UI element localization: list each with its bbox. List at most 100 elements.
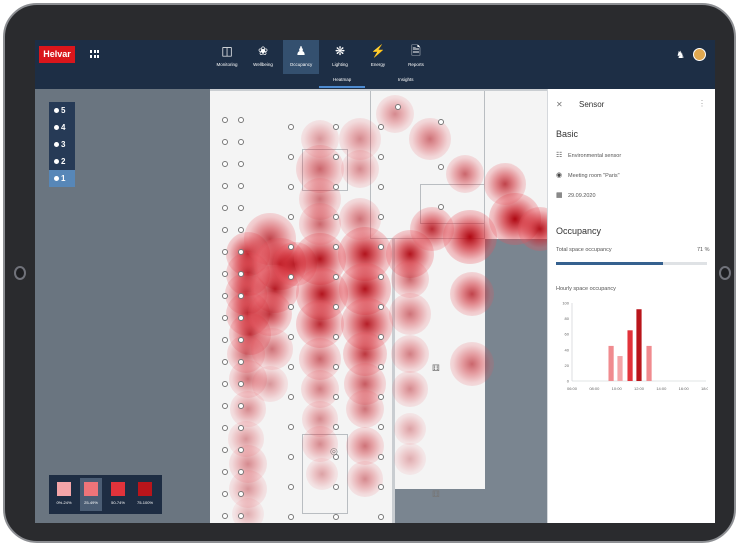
seat-sensor-icon[interactable]	[333, 514, 339, 520]
seat-sensor-icon[interactable]	[333, 214, 339, 220]
seat-sensor-icon[interactable]	[238, 183, 244, 189]
floor-1-button[interactable]: 1	[49, 170, 75, 187]
seat-sensor-icon[interactable]	[222, 139, 228, 145]
seat-sensor-icon[interactable]	[288, 184, 294, 190]
seat-sensor-icon[interactable]	[288, 424, 294, 430]
seat-sensor-icon[interactable]	[378, 454, 384, 460]
seat-sensor-icon[interactable]	[288, 454, 294, 460]
seat-sensor-icon[interactable]	[288, 214, 294, 220]
seat-sensor-icon[interactable]	[438, 119, 444, 125]
seat-sensor-icon[interactable]	[333, 274, 339, 280]
seat-sensor-icon[interactable]	[378, 184, 384, 190]
seat-sensor-icon[interactable]	[222, 117, 228, 123]
seat-sensor-icon[interactable]	[222, 249, 228, 255]
seat-sensor-icon[interactable]	[333, 484, 339, 490]
seat-sensor-icon[interactable]	[222, 403, 228, 409]
seat-sensor-icon[interactable]	[238, 425, 244, 431]
seat-sensor-icon[interactable]	[238, 271, 244, 277]
seat-sensor-icon[interactable]	[238, 205, 244, 211]
seat-sensor-icon[interactable]	[395, 104, 401, 110]
seat-sensor-icon[interactable]	[333, 154, 339, 160]
seat-sensor-icon[interactable]	[238, 337, 244, 343]
subtab-insights[interactable]: Insights	[398, 77, 414, 82]
seat-sensor-icon[interactable]	[222, 425, 228, 431]
seat-sensor-icon[interactable]	[238, 227, 244, 233]
seat-sensor-icon[interactable]	[222, 315, 228, 321]
seat-sensor-icon[interactable]	[378, 334, 384, 340]
seat-sensor-icon[interactable]	[222, 447, 228, 453]
seat-sensor-icon[interactable]	[238, 403, 244, 409]
seat-sensor-icon[interactable]	[378, 124, 384, 130]
seat-sensor-icon[interactable]	[333, 394, 339, 400]
seat-sensor-icon[interactable]	[378, 214, 384, 220]
floor-plan-heatmap[interactable]: ⚅ ⚅ ◎	[210, 89, 563, 523]
seat-sensor-icon[interactable]	[378, 154, 384, 160]
seat-sensor-icon[interactable]	[222, 469, 228, 475]
floor-3-button[interactable]: 3	[49, 136, 75, 153]
seat-sensor-icon[interactable]	[238, 447, 244, 453]
seat-sensor-icon[interactable]	[222, 205, 228, 211]
seat-sensor-icon[interactable]	[333, 334, 339, 340]
seat-sensor-icon[interactable]	[438, 164, 444, 170]
tab-monitoring[interactable]: ◫ Monitoring	[209, 40, 245, 74]
legend-item[interactable]: 25-49%	[80, 478, 102, 511]
seat-sensor-icon[interactable]	[238, 161, 244, 167]
seat-sensor-icon[interactable]	[378, 364, 384, 370]
seat-sensor-icon[interactable]	[238, 139, 244, 145]
seat-sensor-icon[interactable]	[222, 183, 228, 189]
tab-lighting[interactable]: ❋ Lighting	[322, 40, 358, 74]
seat-sensor-icon[interactable]	[378, 394, 384, 400]
legend-item[interactable]: 50-74%	[107, 478, 129, 505]
seat-sensor-icon[interactable]	[238, 491, 244, 497]
floor-5-button[interactable]: 5	[49, 102, 75, 119]
seat-sensor-icon[interactable]	[288, 514, 294, 520]
seat-sensor-icon[interactable]	[222, 491, 228, 497]
bell-icon[interactable]: ♞	[676, 50, 685, 61]
seat-sensor-icon[interactable]	[238, 117, 244, 123]
apps-grid-icon[interactable]	[90, 50, 99, 58]
seat-sensor-icon[interactable]	[238, 315, 244, 321]
seat-sensor-icon[interactable]	[288, 304, 294, 310]
seat-sensor-icon[interactable]	[288, 124, 294, 130]
close-icon[interactable]: ✕	[556, 100, 563, 109]
seat-sensor-icon[interactable]	[288, 334, 294, 340]
seat-sensor-icon[interactable]	[222, 161, 228, 167]
seat-sensor-icon[interactable]	[378, 274, 384, 280]
seat-sensor-icon[interactable]	[333, 124, 339, 130]
seat-sensor-icon[interactable]	[333, 424, 339, 430]
tab-occupancy[interactable]: ♟ Occupancy	[283, 40, 319, 74]
seat-sensor-icon[interactable]	[378, 244, 384, 250]
seat-sensor-icon[interactable]	[222, 271, 228, 277]
sensor-icon[interactable]: ◎	[330, 446, 338, 457]
seat-sensor-icon[interactable]	[222, 227, 228, 233]
seat-sensor-icon[interactable]	[333, 244, 339, 250]
subtab-heatmap[interactable]: Heatmap	[333, 77, 351, 82]
legend-item[interactable]: 0%-24%	[53, 478, 75, 505]
seat-sensor-icon[interactable]	[222, 513, 228, 519]
floor-2-button[interactable]: 2	[49, 153, 75, 170]
seat-sensor-icon[interactable]	[333, 364, 339, 370]
seat-sensor-icon[interactable]	[378, 514, 384, 520]
tab-wellbeing[interactable]: ❀ Wellbeing	[245, 40, 281, 74]
seat-sensor-icon[interactable]	[288, 274, 294, 280]
legend-item[interactable]: 75-100%	[134, 478, 156, 505]
seat-sensor-icon[interactable]	[222, 293, 228, 299]
seat-sensor-icon[interactable]	[238, 249, 244, 255]
seat-sensor-icon[interactable]	[222, 359, 228, 365]
avatar[interactable]	[693, 48, 706, 61]
seat-sensor-icon[interactable]	[333, 184, 339, 190]
seat-sensor-icon[interactable]	[222, 381, 228, 387]
tab-energy[interactable]: ⚡ Energy	[360, 40, 396, 74]
seat-sensor-icon[interactable]	[222, 337, 228, 343]
seat-sensor-icon[interactable]	[238, 293, 244, 299]
seat-sensor-icon[interactable]	[438, 204, 444, 210]
seat-sensor-icon[interactable]	[288, 394, 294, 400]
seat-sensor-icon[interactable]	[378, 424, 384, 430]
tab-reports[interactable]: 🗎 Reports	[398, 40, 434, 74]
home-button[interactable]	[719, 266, 731, 280]
seat-sensor-icon[interactable]	[238, 381, 244, 387]
floor-4-button[interactable]: 4	[49, 119, 75, 136]
seat-sensor-icon[interactable]	[378, 484, 384, 490]
seat-sensor-icon[interactable]	[288, 484, 294, 490]
seat-sensor-icon[interactable]	[288, 154, 294, 160]
